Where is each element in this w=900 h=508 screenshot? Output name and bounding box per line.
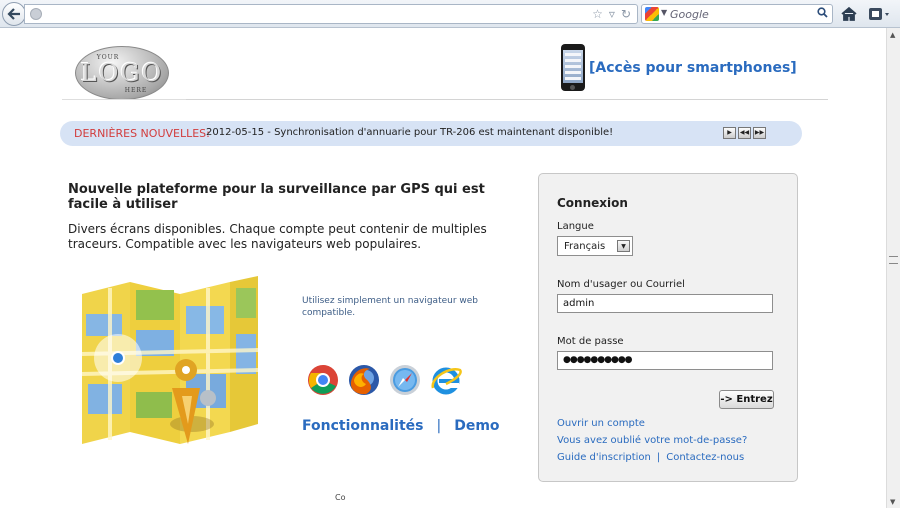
chrome-icon — [307, 364, 339, 396]
site-logo[interactable]: YOUR LOGO HERE — [75, 46, 169, 100]
feature-links: Fonctionnalités | Demo — [302, 418, 500, 434]
globe-icon — [30, 8, 42, 20]
news-next-icon[interactable]: ▶▶ — [753, 127, 766, 139]
gps-map-illustration — [80, 274, 260, 449]
header-divider — [186, 99, 828, 100]
news-label: DERNIÈRES NOUVELLES: — [74, 127, 210, 140]
language-value: Français — [564, 241, 606, 252]
password-input[interactable]: ●●●●●●●●●● — [557, 351, 773, 370]
news-play-icon[interactable]: ▶ — [723, 127, 736, 139]
username-input[interactable]: admin — [557, 294, 773, 313]
login-bottom-links: Guide d'inscription | Contactez-nous — [557, 452, 744, 463]
firefox-icon — [348, 364, 380, 396]
browser-icons — [307, 364, 462, 396]
bookmark-star-icon[interactable]: ☆ — [592, 7, 603, 21]
logo-bottom-text: HERE — [124, 87, 148, 94]
news-previous-icon[interactable]: ◀◀ — [738, 127, 751, 139]
home-icon[interactable] — [841, 6, 857, 22]
password-label: Mot de passe — [557, 336, 624, 347]
features-link[interactable]: Fonctionnalités — [302, 418, 424, 434]
scroll-grip[interactable] — [889, 256, 898, 264]
news-ticker: DERNIÈRES NOUVELLES: 2012-05-15 - Synchr… — [60, 121, 802, 146]
address-bar[interactable]: ☆ ▿ ↻ — [24, 4, 638, 24]
forgot-password-link[interactable]: Vous avez oublié votre mot-de-passe? — [557, 435, 747, 446]
google-icon[interactable] — [645, 7, 659, 21]
username-label: Nom d'usager ou Courriel — [557, 279, 685, 290]
logo-underline — [62, 99, 187, 100]
addon-menu-icon[interactable] — [868, 5, 892, 23]
login-panel: Connexion Langue Français ▼ Nom d'usager… — [538, 173, 798, 482]
copyright-text: Co — [335, 493, 346, 502]
dropdown-arrow-icon[interactable]: ▼ — [617, 240, 630, 252]
news-controls: ▶ ◀◀ ▶▶ — [723, 127, 766, 139]
scroll-down-icon[interactable]: ▼ — [890, 498, 895, 506]
smartphone-icon[interactable] — [561, 44, 585, 91]
open-account-link[interactable]: Ouvrir un compte — [557, 418, 645, 429]
language-select[interactable]: Français ▼ — [557, 236, 633, 256]
search-placeholder: Google — [670, 8, 709, 21]
link-separator: | — [656, 452, 661, 463]
back-button[interactable] — [2, 2, 26, 26]
logo-word: LOGO — [80, 59, 164, 87]
internet-explorer-icon — [430, 364, 462, 396]
registration-guide-link[interactable]: Guide d'inscription — [557, 452, 651, 463]
intro-headline: Nouvelle plateforme pour la surveillance… — [68, 182, 485, 212]
search-bar[interactable]: ▼ Google — [641, 4, 833, 24]
vertical-scrollbar[interactable]: ▲ ▼ — [886, 28, 900, 508]
demo-link[interactable]: Demo — [454, 418, 499, 434]
history-dropdown-icon[interactable]: ▿ — [609, 7, 615, 21]
search-icon[interactable] — [817, 7, 828, 21]
safari-icon — [389, 364, 421, 396]
news-item[interactable]: 2012-05-15 - Synchronisation d'annuarie … — [206, 127, 613, 138]
reload-icon[interactable]: ↻ — [621, 7, 631, 21]
smartphone-access-link[interactable]: [Accès pour smartphones] — [589, 60, 797, 76]
web-page: YOUR LOGO HERE [Accès pour smartphones] … — [0, 28, 886, 508]
features-separator: | — [436, 418, 442, 434]
login-submit-button[interactable]: -> Entrez — [719, 390, 774, 409]
browser-toolbar: ☆ ▿ ↻ ▼ Google — [0, 0, 900, 28]
back-arrow-icon — [7, 8, 20, 20]
language-label: Langue — [557, 221, 594, 232]
contact-link[interactable]: Contactez-nous — [666, 452, 744, 463]
intro-description: Divers écrans disponibles. Chaque compte… — [68, 222, 487, 251]
search-engine-dropdown-icon[interactable]: ▼ — [661, 8, 667, 17]
login-title: Connexion — [557, 196, 628, 210]
scroll-up-icon[interactable]: ▲ — [890, 31, 895, 39]
browser-compatibility-text: Utilisez simplement un navigateur web co… — [302, 296, 479, 318]
address-bar-tools: ☆ ▿ ↻ — [592, 7, 631, 21]
